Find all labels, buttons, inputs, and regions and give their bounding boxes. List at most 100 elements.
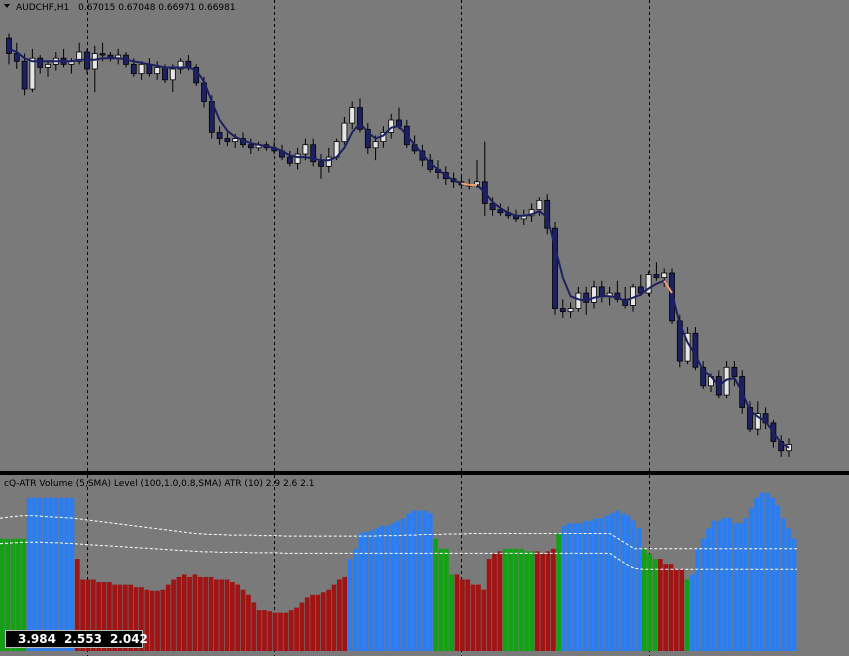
candle [154,61,161,80]
candle [318,154,324,179]
candle [60,48,67,68]
candle [567,302,574,318]
atr-volume-bar [593,518,599,651]
atr-volume-bar [331,584,337,651]
atr-volume-bar [604,515,610,651]
atr-volume-bar [748,507,754,651]
candle [37,55,44,74]
atr-volume-bar [262,610,267,651]
atr-volume-bar [561,525,567,651]
atr-volume-bar [213,579,219,651]
atr-volume-bar [722,518,727,651]
atr-volume-bar [171,579,176,651]
atr-volume-bar [460,579,465,651]
atr-volume-bar [37,497,43,651]
triangle-down-icon[interactable] [4,4,10,8]
readout-value-3: 2.042 [109,632,148,646]
atr-volume-bar [197,576,203,651]
atr-volume-bar [764,492,770,651]
readout-value-1: 3.984 [18,632,56,646]
atr-volume-bar [556,533,562,651]
atr-volume-bar [53,497,59,651]
candle [224,132,231,147]
candle [388,113,395,139]
atr-volume-bar [540,553,545,651]
price-chart[interactable]: AUDCHF,H1 0.67015 0.67048 0.66971 0.6698… [0,0,849,472]
atr-volume-bar [358,533,364,651]
atr-volume-bar [310,594,315,651]
atr-volume-bar [224,579,230,651]
atr-volume-bar [363,531,369,651]
atr-volume-bar [315,594,321,651]
chart-window[interactable]: AUDCHF,H1 0.67015 0.67048 0.66971 0.6698… [0,0,849,656]
atr-volume-bar [427,513,433,651]
atr-volume-bar [251,602,257,651]
candle [13,42,20,69]
atr-volume-bar [786,528,792,651]
atr-volume-bar [508,548,513,651]
atr-volume-bar [497,551,503,651]
atr-volume-bar [390,523,396,651]
atr-volume-bar [299,602,305,651]
atr-volume-bar [641,548,647,651]
atr-volume-bar [529,551,535,651]
atr-volume-bar [743,518,749,651]
atr-volume-bar [149,590,155,651]
atr-volume-bar [679,569,685,651]
candle [177,58,184,74]
atr-volume-bar [401,518,406,651]
indicator-chart[interactable]: cQ-ATR Volume (5,SMA) Level (100,1.0,0.8… [0,475,849,656]
atr-volume-bar [647,553,652,651]
atr-volume-bar [770,497,776,651]
atr-volume-bar [406,513,412,651]
atr-volume-bar [342,576,348,651]
atr-volume-bar [256,610,262,651]
candle [146,58,153,77]
atr-volume-bar [738,523,743,651]
atr-volume-bar [599,518,604,651]
atr-volume-bar [42,497,48,651]
atr-volume-bar [176,576,182,651]
candle [310,138,317,167]
readout-value-2: 2.553 [63,632,102,646]
candle [169,64,176,93]
atr-volume-bar [684,579,690,651]
atr-volume-bar [283,612,289,651]
candle [349,101,356,130]
candle [598,280,605,303]
atr-volume-bar [219,579,225,651]
atr-volume-bar [58,497,64,651]
atr-volume-bar [566,523,572,651]
candle [45,61,51,77]
atr-volume-bar [181,574,187,651]
atr-volume-bar [187,576,192,651]
atr-volume-bar [711,520,717,651]
atr-volume-bar [235,584,241,651]
atr-volume-bar [165,584,171,651]
atr-volume-bar [192,574,198,651]
atr-volume-bar [395,520,401,651]
atr-volume-bar [700,538,706,651]
atr-volume-bar [572,523,578,651]
atr-volume-bar [422,510,428,651]
atr-volume-bar [438,548,444,651]
atr-volume-bar [732,523,738,651]
atr-volume-bar [524,551,529,651]
atr-volume-bar [48,497,53,651]
atr-volume-bar [278,612,283,651]
atr-volume-bar [160,589,166,651]
atr-volume-bar [240,589,246,651]
atr-volume-bar [203,576,209,651]
candle [216,126,223,145]
candle [341,116,348,145]
atr-volume-bar [26,497,32,651]
candle [762,407,769,430]
symbol-label: AUDCHF,H1 [16,3,69,13]
atr-volume-bar [155,590,160,651]
atr-volume-bar [320,592,326,651]
candle [247,138,254,154]
atr-volume-bar [433,538,439,651]
candle [193,64,200,86]
atr-volume-bar [791,538,797,651]
candle [474,160,480,188]
